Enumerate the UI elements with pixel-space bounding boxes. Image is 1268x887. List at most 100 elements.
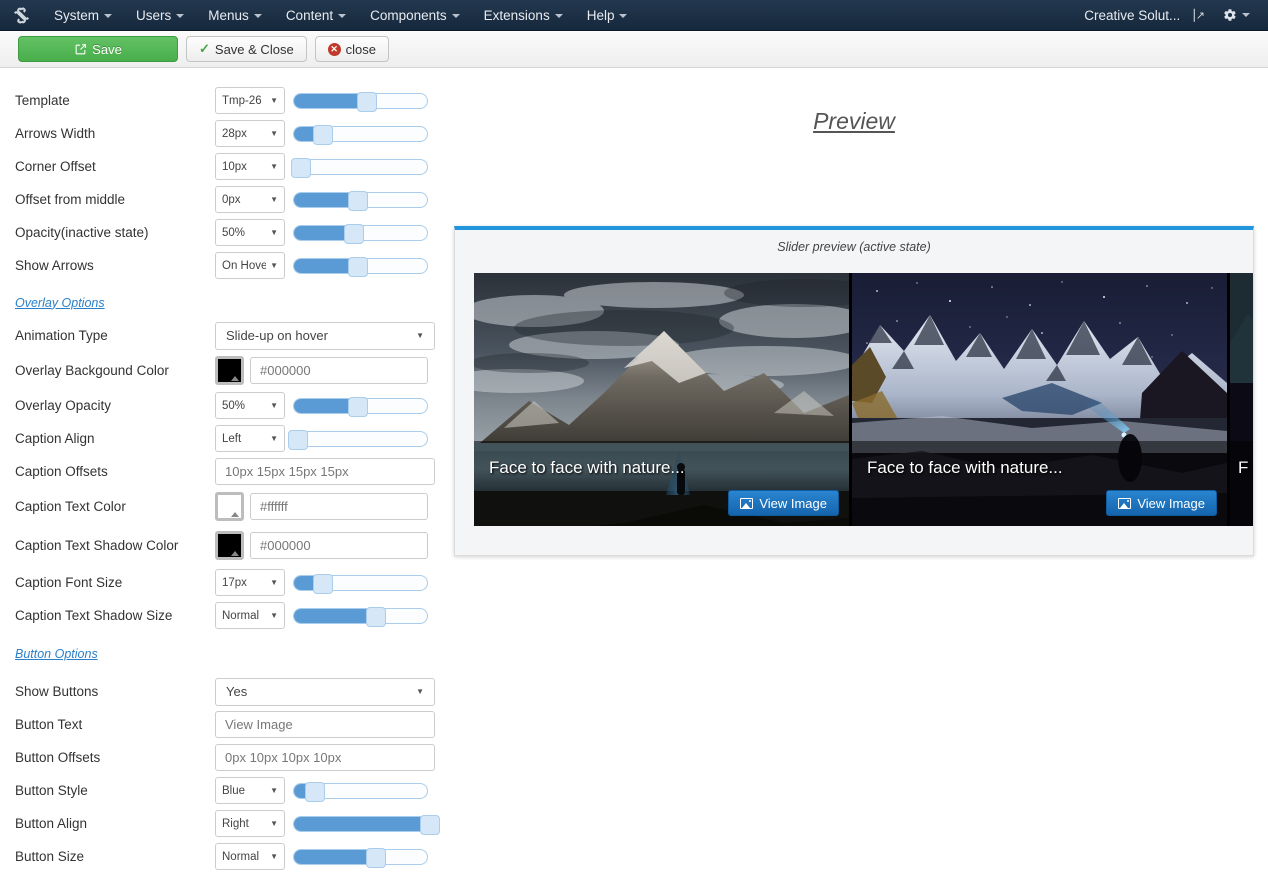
select-corner-offset[interactable]: 10px ▼ — [215, 153, 285, 180]
slider-arrows-width[interactable] — [293, 124, 428, 145]
label-animation-type: Animation Type — [15, 328, 108, 343]
chevron-down-icon — [338, 13, 347, 18]
chevron-down-icon: ▼ — [270, 819, 278, 828]
menu-content[interactable]: Content — [274, 0, 358, 31]
field-row-show-buttons: Show Buttons Yes ▼ — [0, 675, 450, 708]
select-overlay-opacity[interactable]: 50% ▼ — [215, 392, 285, 419]
edit-icon — [75, 43, 87, 54]
slide-2[interactable]: Face to face with nature... View Image — [852, 273, 1227, 526]
menu-components[interactable]: Components — [358, 0, 472, 31]
slider-opacity-inactive[interactable] — [293, 223, 428, 244]
menu-users-label: Users — [136, 7, 172, 23]
select-caption-shadow-size[interactable]: Normal ▼ — [215, 602, 285, 629]
select-show-arrows[interactable]: On Hove ▼ — [215, 252, 285, 279]
field-row-button-style: Button Style Blue ▼ — [0, 774, 450, 807]
select-animation-type[interactable]: Slide-up on hover ▼ — [215, 321, 435, 350]
label-caption-shadow-color: Caption Text Shadow Color — [15, 538, 179, 553]
label-button-size: Button Size — [15, 849, 85, 864]
close-button[interactable]: ✕ close — [314, 36, 390, 62]
slide-2-view-image-button[interactable]: View Image — [1106, 490, 1217, 516]
preview-subtitle: Slider preview (active state) — [777, 240, 931, 254]
slider-caption-align[interactable] — [287, 429, 428, 450]
slider-button-align[interactable] — [293, 814, 440, 835]
slider-caption-font-size[interactable] — [293, 573, 428, 594]
select-button-align[interactable]: Right ▼ — [215, 810, 285, 837]
select-overlay-opacity-value: 50% — [222, 399, 246, 412]
slider-stage: Face to face with nature... View Image F… — [474, 273, 1253, 526]
chevron-down-icon — [554, 13, 563, 18]
slide-3-partial[interactable]: F — [1230, 273, 1253, 526]
slider-button-size[interactable] — [293, 847, 428, 868]
menu-system-label: System — [54, 7, 100, 23]
field-row-button-text: Button Text View Image — [0, 708, 450, 741]
slider-caption-shadow-size[interactable] — [293, 606, 428, 627]
select-animation-type-value: Slide-up on hover — [226, 328, 328, 343]
chevron-down-icon — [1242, 13, 1250, 17]
chevron-down-icon: ▼ — [270, 786, 278, 795]
gear-icon — [1224, 9, 1236, 21]
select-show-buttons[interactable]: Yes ▼ — [215, 677, 435, 706]
menu-menus[interactable]: Menus — [196, 0, 274, 31]
menu-help[interactable]: Help — [575, 0, 640, 31]
joomla-logo-icon[interactable] — [0, 6, 42, 25]
select-show-arrows-value: On Hove — [222, 259, 267, 272]
slider-corner-offset[interactable] — [290, 157, 428, 178]
save-button[interactable]: Save — [18, 36, 178, 62]
input-button-offsets[interactable]: 0px 10px 10px 10px — [215, 744, 435, 771]
slider-overlay-opacity[interactable] — [293, 396, 428, 417]
slider-template[interactable] — [293, 91, 428, 112]
slider-offset-from-middle[interactable] — [293, 190, 428, 211]
color-swatch-caption-text[interactable] — [215, 492, 244, 521]
chevron-down-icon: ▼ — [270, 129, 278, 138]
select-opacity-inactive[interactable]: 50% ▼ — [215, 219, 285, 246]
select-arrows-width[interactable]: 28px ▼ — [215, 120, 285, 147]
save-button-label: Save — [92, 41, 122, 57]
label-caption-align: Caption Align — [15, 431, 95, 446]
input-caption-shadow-color[interactable]: #000000 — [250, 532, 428, 559]
external-link-icon[interactable]: ⎥↗ — [1190, 9, 1205, 22]
chevron-down-icon — [176, 13, 185, 18]
field-row-caption-font-size: Caption Font Size 17px ▼ — [0, 566, 450, 599]
image-icon — [740, 497, 754, 509]
label-button-style: Button Style — [15, 783, 88, 798]
input-caption-text-color[interactable]: #ffffff — [250, 493, 428, 520]
section-button-options[interactable]: Button Options — [0, 637, 450, 670]
gear-menu[interactable] — [1215, 8, 1258, 22]
field-row-button-offsets: Button Offsets 0px 10px 10px 10px — [0, 741, 450, 774]
main-content: Template Tmp-26 ▼ Arrows Width 28px ▼ Co… — [0, 68, 1268, 887]
save-and-close-button[interactable]: ✓ Save & Close — [186, 36, 307, 62]
color-swatch-overlay-bg[interactable] — [215, 356, 244, 385]
menu-menus-label: Menus — [208, 7, 249, 23]
chevron-down-icon — [451, 13, 460, 18]
slide-2-caption: Face to face with nature... — [867, 458, 1063, 477]
slide-1[interactable]: Face to face with nature... View Image — [474, 273, 849, 526]
chevron-down-icon — [619, 13, 628, 18]
menu-system[interactable]: System — [42, 0, 124, 31]
field-row-arrows-width: Arrows Width 28px ▼ — [0, 117, 450, 150]
section-overlay-options[interactable]: Overlay Options — [0, 286, 450, 319]
select-caption-font-size[interactable]: 17px ▼ — [215, 569, 285, 596]
chevron-down-icon: ▼ — [270, 228, 278, 237]
select-button-align-value: Right — [222, 817, 249, 830]
select-caption-align-value: Left — [222, 432, 242, 445]
slide-1-view-image-button[interactable]: View Image — [728, 490, 839, 516]
chevron-down-icon: ▼ — [270, 434, 278, 443]
select-button-size[interactable]: Normal ▼ — [215, 843, 285, 870]
check-icon: ✓ — [199, 41, 210, 56]
field-row-button-size: Button Size Normal ▼ — [0, 840, 450, 873]
select-template[interactable]: Tmp-26 ▼ — [215, 87, 285, 114]
input-button-text[interactable]: View Image — [215, 711, 435, 738]
select-caption-align[interactable]: Left ▼ — [215, 425, 285, 452]
field-row-corner-offset: Corner Offset 10px ▼ — [0, 150, 450, 183]
select-offset-from-middle[interactable]: 0px ▼ — [215, 186, 285, 213]
input-caption-offsets[interactable]: 10px 15px 15px 15px — [215, 458, 435, 485]
menu-extensions[interactable]: Extensions — [472, 0, 575, 31]
slider-show-arrows[interactable] — [293, 256, 428, 277]
slider-button-style[interactable] — [293, 781, 428, 802]
label-overlay-opacity: Overlay Opacity — [15, 398, 112, 413]
input-overlay-bg-color[interactable]: #000000 — [250, 357, 428, 384]
menu-users[interactable]: Users — [124, 0, 196, 31]
color-swatch-caption-shadow[interactable] — [215, 531, 244, 560]
site-name-link[interactable]: Creative Solut... — [1078, 8, 1186, 23]
select-button-style[interactable]: Blue ▼ — [215, 777, 285, 804]
